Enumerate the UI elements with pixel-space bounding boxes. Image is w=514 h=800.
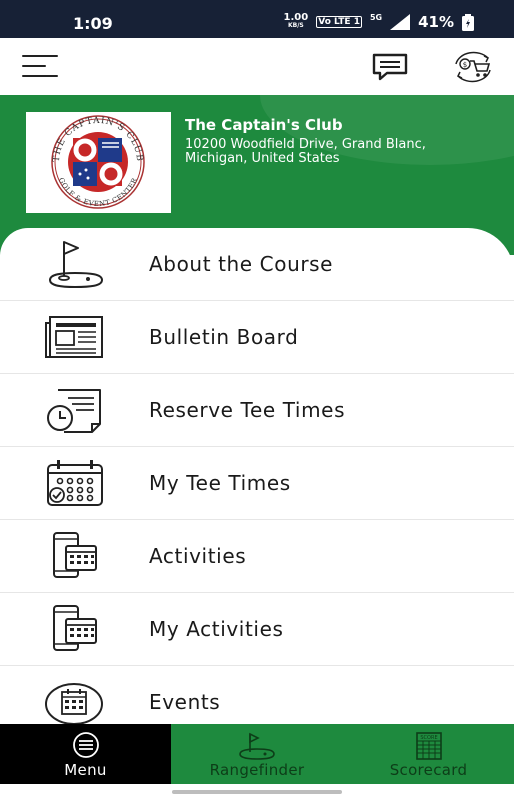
menu-item-events[interactable]: Events xyxy=(0,666,514,724)
club-address: 10200 Woodfield Drive, Grand Blanc, Mich… xyxy=(185,137,426,166)
event-calendar-icon xyxy=(45,683,103,724)
club-logo-ring-text: THE CAPTAIN'S CLUB GOLF & EVENT CENTER xyxy=(52,116,144,208)
svg-text:THE CAPTAIN'S CLUB: THE CAPTAIN'S CLUB xyxy=(52,116,144,162)
nav-tab-menu[interactable]: Menu xyxy=(0,724,171,784)
club-logo: THE CAPTAIN'S CLUB GOLF & EVENT CENTER xyxy=(26,112,171,213)
svg-text:$: $ xyxy=(463,61,467,69)
calendar-icon xyxy=(47,460,103,506)
svg-text:GOLF & EVENT CENTER: GOLF & EVENT CENTER xyxy=(57,176,139,208)
menu-item-about-the-course[interactable]: About the Course xyxy=(0,228,514,301)
golf-flag-icon xyxy=(48,241,104,289)
scorecard-icon-text: SCORE xyxy=(420,735,437,741)
menu-item-label: Bulletin Board xyxy=(149,325,299,349)
menu-circle-icon xyxy=(72,732,99,758)
phone-calendar-icon xyxy=(53,532,97,578)
scorecard-icon: SCORE xyxy=(415,732,442,760)
nav-tab-scorecard[interactable]: SCORE Scorecard xyxy=(343,724,514,784)
nav-label-rangefinder: Rangefinder xyxy=(209,761,305,779)
hamburger-menu-button[interactable] xyxy=(22,53,58,79)
network-speed: 1.00 KB/S xyxy=(283,12,309,30)
battery-percent: 41% xyxy=(418,13,454,31)
hamburger-line xyxy=(22,65,46,67)
menu-item-label: Reserve Tee Times xyxy=(149,398,346,422)
golf-flag-icon xyxy=(239,732,275,760)
network-speed-value: 1.00 xyxy=(283,12,309,23)
menu-item-my-tee-times[interactable]: My Tee Times xyxy=(0,447,514,520)
status-indicators: 1.00 KB/S Vo LTE 1 5G 41% xyxy=(284,13,474,31)
network-speed-unit: KB/S xyxy=(288,22,304,29)
menu-item-my-activities[interactable]: My Activities xyxy=(0,593,514,666)
chat-icon[interactable] xyxy=(371,52,409,82)
menu-list: About the Course Bulletin Board Reserve … xyxy=(0,228,514,724)
battery-icon xyxy=(462,13,474,31)
status-bar: 1:09 1.00 KB/S Vo LTE 1 5G 41% xyxy=(0,0,514,38)
menu-item-bulletin-board[interactable]: Bulletin Board xyxy=(0,301,514,374)
network-type: 5G xyxy=(369,13,383,22)
signal-icon xyxy=(390,14,411,30)
hamburger-menu-icon xyxy=(22,55,58,57)
newspaper-icon xyxy=(45,316,103,358)
home-gesture-handle[interactable] xyxy=(172,790,342,794)
menu-item-label: About the Course xyxy=(149,252,334,276)
menu-item-label: My Activities xyxy=(149,617,284,641)
club-name: The Captain's Club xyxy=(185,116,343,134)
phone-calendar-icon xyxy=(53,605,97,651)
nav-label-scorecard: Scorecard xyxy=(389,761,468,779)
hamburger-line xyxy=(22,75,58,77)
clock-document-icon xyxy=(47,389,101,433)
menu-item-label: Events xyxy=(149,690,221,714)
status-time: 1:09 xyxy=(73,14,113,33)
cart-icon[interactable]: $ xyxy=(450,50,496,84)
nav-tab-rangefinder[interactable]: Rangefinder xyxy=(171,724,343,784)
nav-label-menu: Menu xyxy=(64,761,107,779)
menu-item-activities[interactable]: Activities xyxy=(0,520,514,593)
volte-icon: Vo LTE 1 xyxy=(316,16,362,28)
top-app-bar: $ xyxy=(0,38,514,95)
gesture-bar xyxy=(0,784,514,800)
menu-item-reserve-tee-times[interactable]: Reserve Tee Times xyxy=(0,374,514,447)
menu-item-label: My Tee Times xyxy=(149,471,291,495)
bottom-navigation: Menu Rangefinder SCORE Scorecard xyxy=(0,724,514,784)
menu-item-label: Activities xyxy=(149,544,247,568)
